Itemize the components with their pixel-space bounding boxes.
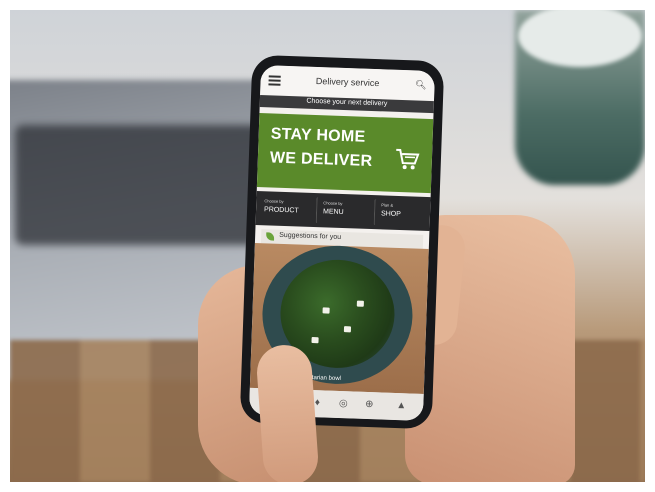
leaf-icon xyxy=(266,232,275,241)
promo-banner[interactable]: STAY HOME WE DELIVER xyxy=(256,113,434,194)
nav-plan-shop[interactable]: Plan & SHOP xyxy=(373,199,430,228)
nav-small-label: Choose by xyxy=(264,198,284,204)
nav-small-label: Plan & xyxy=(381,202,394,208)
home-icon[interactable]: ◎ xyxy=(337,398,349,410)
photo-background: Delivery service 🔍︎ Choose your next del… xyxy=(10,10,645,482)
feta-piece xyxy=(356,300,364,307)
index-finger xyxy=(255,343,320,482)
nav-big-label: SHOP xyxy=(380,210,401,219)
app-title: Delivery service xyxy=(315,75,380,89)
shopping-cart-icon xyxy=(396,148,420,170)
feta-piece xyxy=(311,336,319,344)
category-nav: Choose by PRODUCT Choose by MENU Plan & … xyxy=(255,190,431,232)
suggestions-label: Suggestions for you xyxy=(279,231,342,241)
nav-big-label: PRODUCT xyxy=(263,206,299,215)
profile-icon[interactable]: ▲ xyxy=(395,400,407,412)
add-icon[interactable]: ⊕ xyxy=(363,399,375,411)
feta-piece xyxy=(343,326,352,333)
banner-line-1: STAY HOME xyxy=(270,125,366,146)
nav-choose-product[interactable]: Choose by PRODUCT xyxy=(258,195,313,223)
nav-small-label: Choose by xyxy=(323,200,343,206)
search-icon[interactable]: 🔍︎ xyxy=(415,79,427,90)
nav-big-label: MENU xyxy=(322,208,344,217)
banner-line-2: WE DELIVER xyxy=(269,149,373,171)
blurred-keyboard xyxy=(15,125,265,245)
feta-piece xyxy=(322,307,330,314)
nav-choose-menu[interactable]: Choose by MENU xyxy=(315,197,372,225)
